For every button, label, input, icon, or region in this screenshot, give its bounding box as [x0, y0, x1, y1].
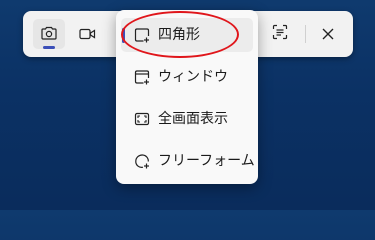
close-button[interactable]	[312, 19, 344, 49]
text-actions-icon	[272, 24, 288, 44]
toolbar-divider	[305, 25, 306, 43]
video-icon	[78, 25, 96, 44]
menu-item-label: ウィンドウ	[158, 69, 228, 85]
record-mode-button[interactable]	[71, 19, 103, 49]
active-mode-indicator	[43, 46, 55, 49]
close-icon	[322, 25, 334, 44]
window-snip-icon	[134, 69, 150, 85]
fullscreen-snip-icon	[134, 111, 150, 127]
menu-item-label: フリーフォーム	[158, 153, 255, 169]
freeform-snip-icon	[134, 153, 150, 169]
camera-icon	[41, 25, 57, 44]
menu-item-label: 四角形	[158, 27, 200, 43]
rectangle-snip-icon	[134, 27, 150, 43]
menu-item-label: 全画面表示	[158, 111, 228, 127]
menu-item-freeform[interactable]: フリーフォーム	[121, 144, 255, 178]
snip-mode-menu: 四角形 ウィンドウ 全画面表示 フリーフォーム	[116, 10, 258, 184]
selected-indicator	[122, 28, 125, 43]
menu-item-window[interactable]: ウィンドウ	[121, 60, 253, 94]
menu-item-rectangle[interactable]: 四角形	[121, 18, 253, 52]
menu-item-fullscreen[interactable]: 全画面表示	[121, 102, 253, 136]
text-actions-button[interactable]	[264, 19, 296, 49]
screenshot-mode-button[interactable]	[33, 19, 65, 49]
